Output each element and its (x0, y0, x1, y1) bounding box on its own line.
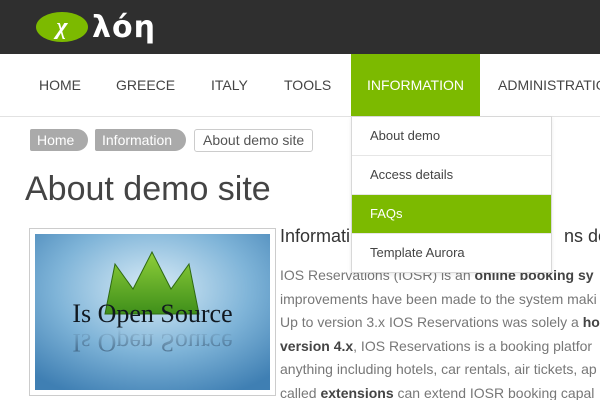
section-heading-end: ns dem (564, 226, 600, 246)
menu-item-faqs[interactable]: FAQs (352, 195, 551, 234)
para-line-4: version 4.x, IOS Reservations is a booki… (280, 337, 593, 354)
para-line-2: improvements have been made to the syste… (280, 290, 597, 307)
top-header: χ λόη (0, 0, 600, 54)
image-logo-reflection: Is Open Source (72, 328, 232, 357)
main-nav: HOME GREECE ITALY TOOLS INFORMATION ADMI… (0, 54, 600, 117)
nav-tools[interactable]: TOOLS (284, 54, 331, 116)
information-dropdown-menu: About demo Access details FAQs Template … (351, 116, 552, 273)
para-line-3: Up to version 3.x IOS Reservations was s… (280, 314, 600, 330)
menu-item-template-aurora[interactable]: Template Aurora (352, 234, 551, 272)
image-logo-text: Is Open Source (72, 299, 232, 328)
breadcrumb-home[interactable]: Home (30, 129, 89, 151)
menu-item-access-details[interactable]: Access details (352, 156, 551, 195)
page-title: About demo site (25, 170, 271, 208)
intro-paragraph: IOS Reservations (IOSR) is an online boo… (280, 264, 600, 400)
is-open-source-logo: Is Open Source Is Open Source (35, 234, 270, 390)
para-line-5: anything including hotels, car rentals, … (280, 361, 597, 377)
nav-greece[interactable]: GREECE (116, 54, 175, 116)
nav-home[interactable]: HOME (39, 54, 81, 116)
nav-information[interactable]: INFORMATION (351, 54, 480, 116)
nav-administration[interactable]: ADMINISTRATIO (498, 54, 600, 116)
site-logo[interactable]: χ λόη (36, 7, 156, 47)
menu-item-about-demo[interactable]: About demo (352, 117, 551, 156)
nav-italy[interactable]: ITALY (211, 54, 248, 116)
para-line-6: called extensions can extend IOSR bookin… (280, 384, 595, 400)
article-image: Is Open Source Is Open Source (29, 228, 276, 396)
logo-text: λόη (92, 9, 156, 45)
logo-mark: χ (36, 12, 88, 42)
section-heading-start: Informati (280, 226, 351, 246)
breadcrumb-current: About demo site (194, 129, 314, 152)
breadcrumb-information[interactable]: Information (95, 129, 187, 151)
